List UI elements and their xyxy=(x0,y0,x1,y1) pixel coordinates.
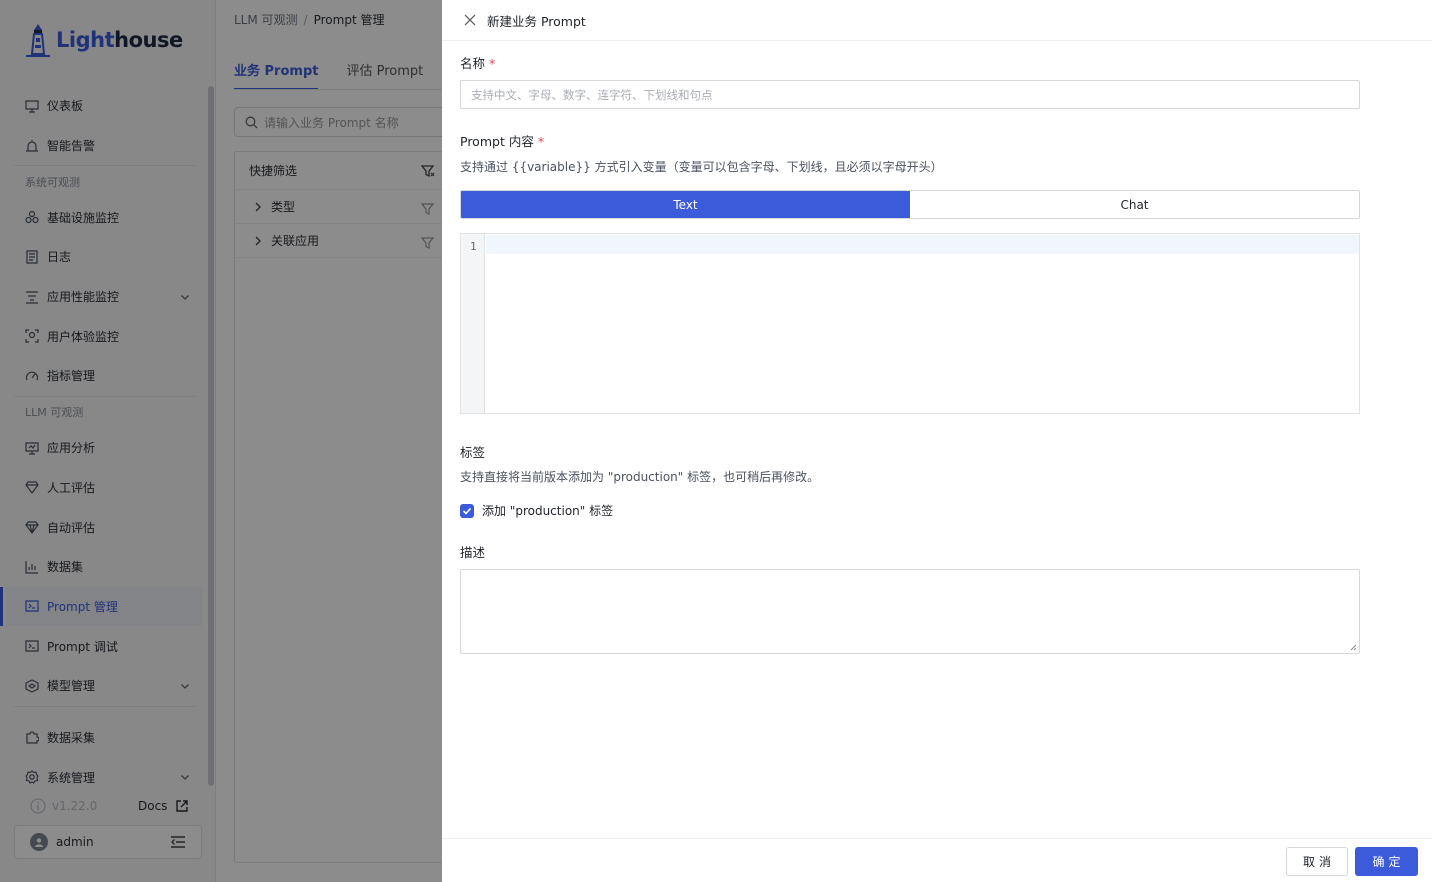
cancel-button[interactable]: 取消 xyxy=(1286,847,1348,876)
description-label: 描述 xyxy=(460,545,486,560)
check-icon xyxy=(462,507,472,515)
close-icon[interactable] xyxy=(464,14,476,26)
description-textarea[interactable] xyxy=(460,569,1360,654)
production-tag-checkbox-row[interactable]: 添加 "production" 标签 xyxy=(460,502,613,519)
drawer-footer: 取消 确定 xyxy=(442,838,1432,882)
tags-hint: 支持直接将当前版本添加为 "production" 标签，也可稍后再修改。 xyxy=(460,470,820,484)
mode-chat-button[interactable]: Chat xyxy=(910,191,1359,218)
tags-label: 标签 xyxy=(460,445,486,460)
name-input[interactable] xyxy=(460,80,1360,109)
production-tag-label: 添加 "production" 标签 xyxy=(482,504,614,518)
content-label: Prompt 内容 * xyxy=(460,134,545,149)
content-hint: 支持通过 {{variable}} 方式引入变量（变量可以包含字母、下划线，且必… xyxy=(460,160,943,174)
resize-grip-icon[interactable] xyxy=(1349,643,1357,651)
editor-gutter: 1 xyxy=(461,234,485,413)
editor-active-line xyxy=(486,235,1359,254)
prompt-mode-switch: Text Chat xyxy=(460,190,1360,219)
production-tag-checkbox[interactable] xyxy=(460,503,474,518)
prompt-code-editor[interactable]: 1 xyxy=(460,233,1360,414)
confirm-button[interactable]: 确定 xyxy=(1355,847,1418,876)
create-prompt-drawer: 新建业务 Prompt 名称* Prompt 内容* 支持通过 {{variab… xyxy=(442,0,1432,882)
drawer-header: 新建业务 Prompt xyxy=(442,0,1432,41)
name-label: 名称 * xyxy=(460,56,496,71)
line-number: 1 xyxy=(470,240,477,253)
drawer-title: 新建业务 Prompt xyxy=(487,13,586,29)
mode-text-button[interactable]: Text xyxy=(461,191,910,218)
